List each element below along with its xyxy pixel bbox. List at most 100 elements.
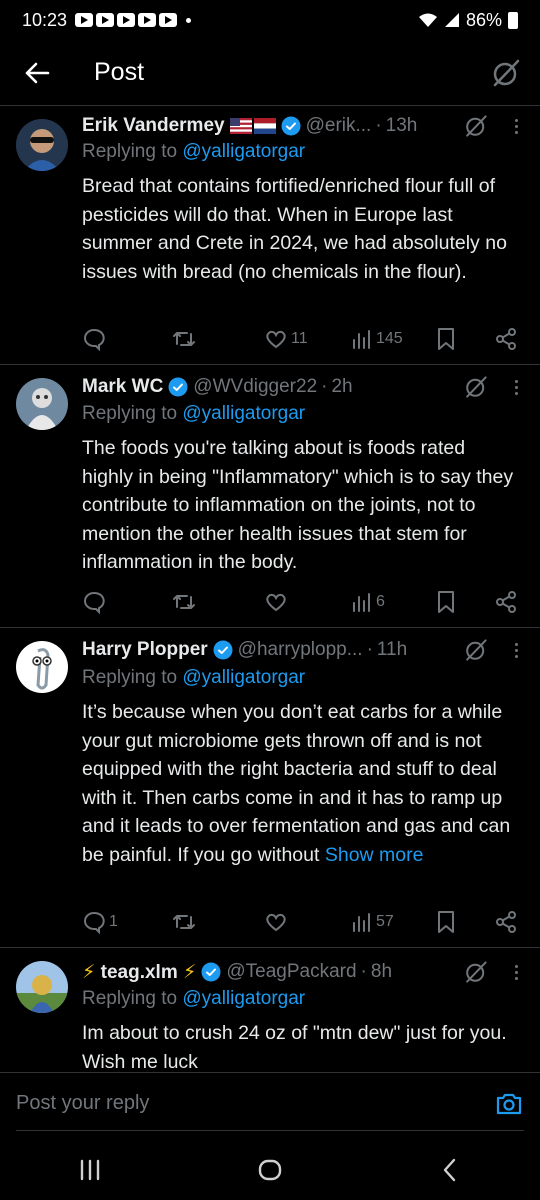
reply-button[interactable]: 1 [82,910,172,934]
youtube-notification-icon [117,13,136,27]
home-button[interactable] [240,1145,300,1195]
mention-link[interactable]: @yalligatorgar [182,403,305,424]
retweet-icon [173,915,195,929]
like-button[interactable] [264,590,351,614]
views-button[interactable]: 6 [351,591,435,613]
reply-tweet[interactable]: ⚡ teag.xlm ⚡ @TeagPackard · 8h Replying … [0,949,540,1071]
replying-to: Replying to @yalligatorgar [82,988,305,1010]
timestamp[interactable]: 2h [331,376,352,398]
display-name-text: teag.xlm [100,961,178,983]
heart-icon [266,330,286,349]
back-chevron-icon [443,1158,456,1182]
share-button[interactable] [494,590,518,614]
bookmark-button[interactable] [435,910,475,934]
avatar[interactable] [16,119,68,171]
more-options-icon[interactable] [508,379,524,395]
back-arrow-icon [25,62,50,83]
reply-tweet[interactable]: Harry Plopper @harryplopp... · 11h Reply… [0,629,540,948]
bookmark-button[interactable] [435,327,475,351]
verified-badge-icon [213,640,233,660]
show-more-link[interactable]: Show more [325,844,424,866]
retweet-icon [173,332,195,346]
share-icon [496,328,516,350]
wifi-icon [418,13,437,27]
reply-icon [84,591,105,614]
recent-apps-icon [80,1159,100,1181]
handle[interactable]: @harryplopp... [238,639,363,661]
views-button[interactable]: 145 [351,328,435,350]
avatar[interactable] [16,961,68,1013]
view-count: 6 [376,593,385,610]
mention-link[interactable]: @yalligatorgar [182,988,305,1009]
post-header: Post [0,40,540,106]
retweet-button[interactable] [172,910,264,934]
composer-divider [16,1130,524,1131]
grok-icon[interactable] [464,960,488,984]
more-notifications-dot [186,17,192,23]
back-button[interactable] [12,48,62,98]
display-name[interactable]: Erik Vandermey [82,115,225,137]
timestamp[interactable]: 13h [386,115,418,137]
timestamp[interactable]: 11h [377,639,407,661]
system-navigation-bar [0,1140,540,1200]
like-button[interactable] [264,910,351,934]
camera-button[interactable] [494,1089,524,1119]
lightning-emoji: ⚡ [82,961,96,983]
share-button[interactable] [494,327,518,351]
mention-link[interactable]: @yalligatorgar [182,141,305,162]
status-bar: 10:23 86% [0,0,540,40]
back-nav-button[interactable] [420,1145,480,1195]
more-options-icon[interactable] [508,964,524,980]
bookmark-icon [438,911,454,933]
reply-input[interactable] [16,1092,494,1115]
share-button[interactable] [494,910,518,934]
heart-icon [266,913,286,932]
reply-tweet[interactable]: Erik Vandermey @erik... · 13h Replying t… [0,107,540,365]
handle[interactable]: @erik... [306,115,372,137]
views-button[interactable]: 57 [351,911,435,933]
like-button[interactable]: 11 [264,327,351,351]
bookmark-icon [438,591,454,613]
handle[interactable]: @WVdigger22 [193,376,317,398]
display-name[interactable]: Harry Plopper [82,639,208,661]
retweet-button[interactable] [172,327,264,351]
retweet-button[interactable] [172,590,264,614]
battery-icon [508,11,518,29]
handle[interactable]: @TeagPackard [226,961,356,983]
reply-count: 1 [109,913,118,930]
views-chart-icon [353,593,370,612]
share-icon [496,591,516,613]
view-count: 57 [376,913,394,930]
more-options-icon[interactable] [508,118,524,134]
grok-icon[interactable] [464,114,488,138]
grok-button[interactable] [488,55,524,91]
reply-button[interactable] [82,327,172,351]
grok-icon[interactable] [464,375,488,399]
display-name[interactable]: Mark WC [82,376,163,398]
verified-badge-icon [201,962,221,982]
recent-apps-button[interactable] [60,1145,120,1195]
grok-icon[interactable] [464,638,488,662]
replying-prefix: Replying to [82,988,178,1009]
reply-button[interactable] [82,590,172,614]
us-flag-icon [229,118,252,134]
timestamp[interactable]: 8h [371,961,392,983]
avatar[interactable] [16,641,68,693]
camera-icon [496,1093,522,1114]
more-options-icon[interactable] [508,642,524,658]
retweet-icon [173,595,195,609]
display-name[interactable]: ⚡ teag.xlm ⚡ [82,961,196,984]
mention-link[interactable]: @yalligatorgar [182,667,305,688]
youtube-notification-icon [96,13,115,27]
reply-tweet[interactable]: Mark WC @WVdigger22 · 2h Replying to @ya… [0,366,540,628]
bookmark-button[interactable] [435,590,475,614]
tweet-text: It’s because when you don’t eat carbs fo… [82,698,520,869]
replying-prefix: Replying to [82,403,178,424]
bookmark-icon [438,328,454,350]
like-count: 11 [291,330,308,347]
view-count: 145 [376,330,403,347]
avatar[interactable] [16,378,68,430]
reply-icon [84,911,105,934]
views-chart-icon [353,913,370,932]
separator-dot: · [321,376,328,397]
